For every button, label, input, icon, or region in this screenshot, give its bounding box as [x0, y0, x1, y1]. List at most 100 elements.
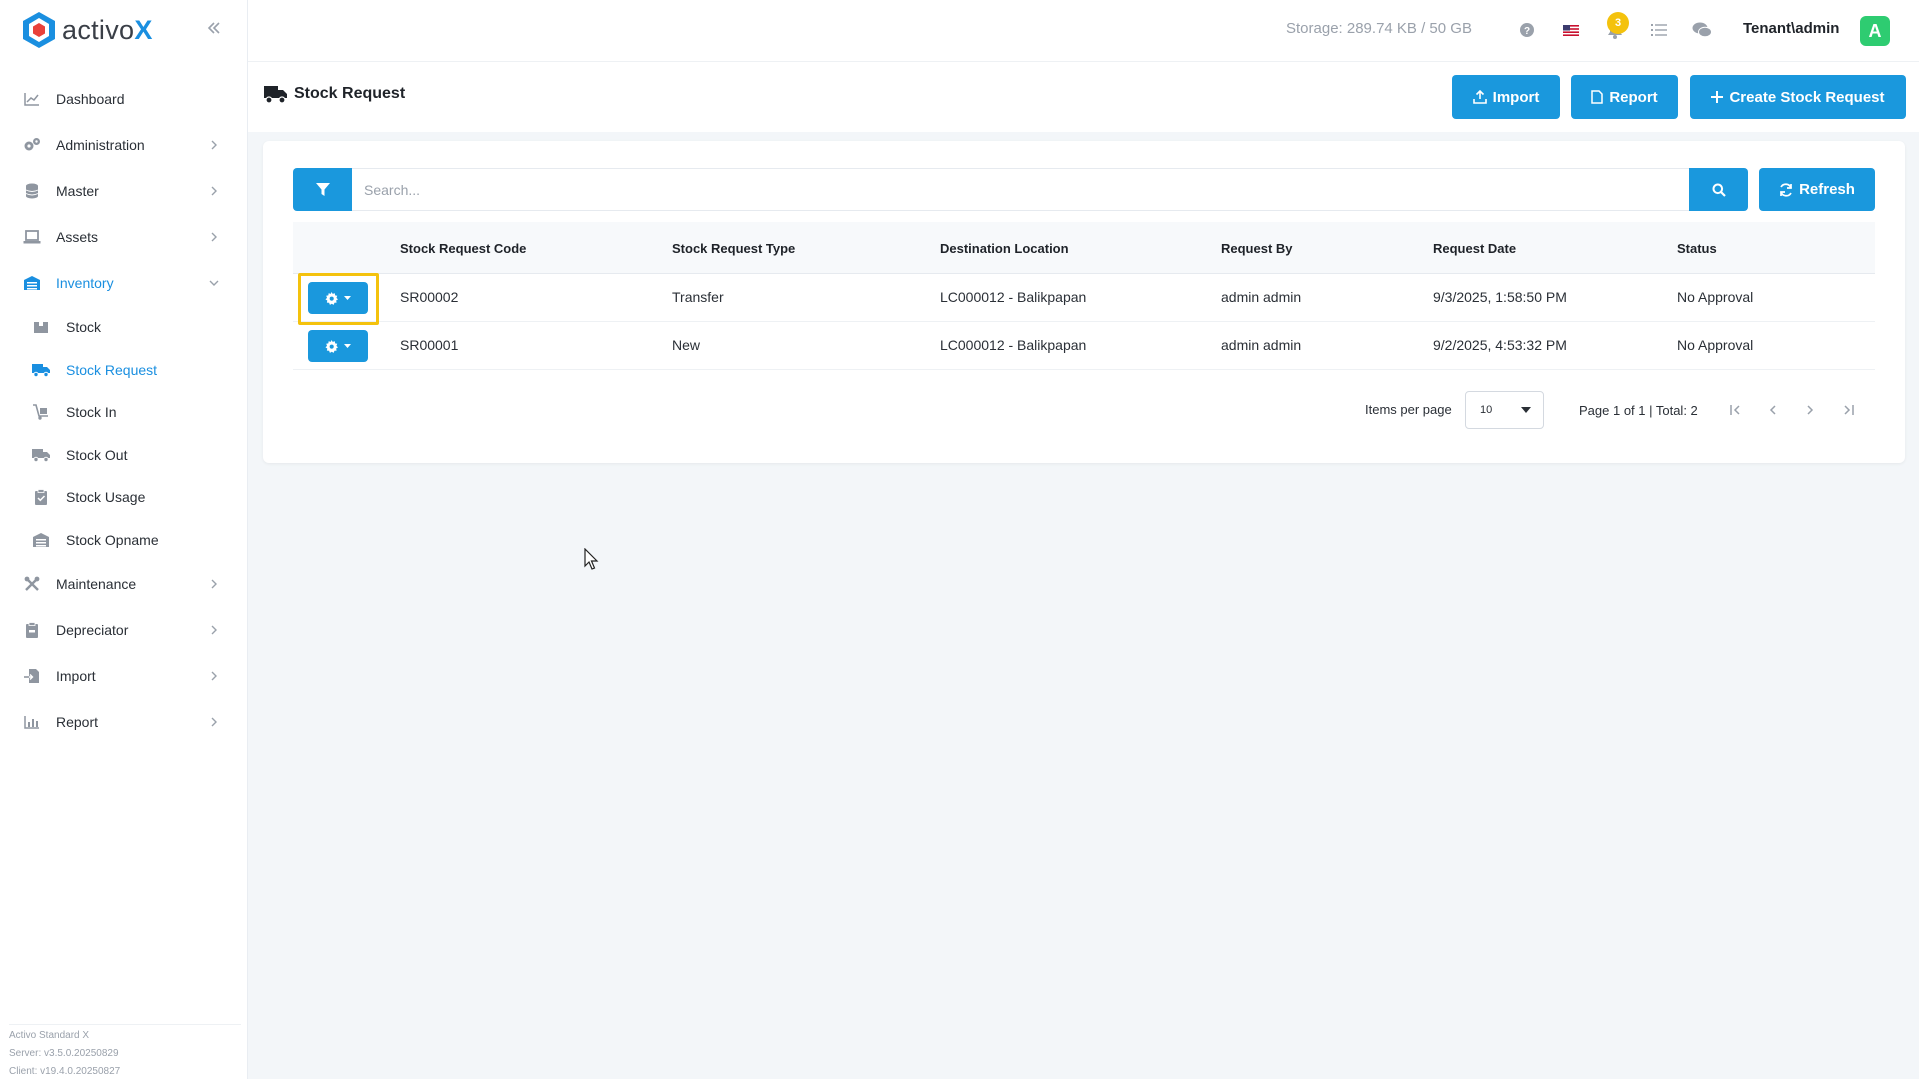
sidebar-item-inventory[interactable]: Inventory — [0, 260, 248, 306]
truck-icon — [264, 86, 287, 104]
request-by: admin admin — [1221, 289, 1302, 305]
client-version: Client: v19.4.0.20250827 — [9, 1066, 121, 1077]
plus-icon — [1711, 91, 1724, 103]
mouse-cursor-icon — [584, 548, 599, 570]
sidebar-subitem-stock[interactable]: Stock — [0, 306, 248, 349]
sidebar-item-label: Assets — [56, 229, 99, 245]
sidebar-item-import[interactable]: Import — [0, 653, 248, 699]
sidebar-subitem-stock-usage[interactable]: Stock Usage — [0, 476, 248, 519]
column-header[interactable]: Status — [1677, 241, 1717, 256]
refresh-button-label: Refresh — [1799, 181, 1855, 198]
sidebar-item-depreciator[interactable]: Depreciator — [0, 607, 248, 653]
column-header[interactable]: Stock Request Code — [400, 241, 526, 256]
filter-button[interactable] — [293, 168, 352, 211]
sidebar-item-assets[interactable]: Assets — [0, 214, 248, 260]
sidebar-item-label: Administration — [56, 137, 145, 153]
hexagon-logo-icon — [23, 12, 55, 48]
truck-icon — [32, 361, 50, 379]
stock-request-code: SR00001 — [400, 337, 459, 353]
chevron-right-icon — [206, 137, 222, 153]
server-version: Server: v3.5.0.20250829 — [9, 1048, 119, 1059]
column-header[interactable]: Request Date — [1433, 241, 1516, 256]
user-name[interactable]: Tenant\admin — [1743, 20, 1839, 37]
caret-down-icon — [344, 344, 351, 348]
sidebar-item-label: Master — [56, 183, 99, 199]
items-per-page-value: 10 — [1480, 404, 1493, 416]
first-page-icon[interactable] — [1723, 397, 1749, 423]
task-list-icon[interactable] — [1648, 19, 1670, 41]
svg-text:?: ? — [1524, 26, 1530, 37]
clipboard-icon — [22, 620, 42, 640]
page-header: Stock Request Import Report Create Stock… — [248, 62, 1919, 132]
brand-logo[interactable]: activoX — [22, 10, 153, 50]
stock-request-type: Transfer — [672, 289, 724, 305]
sidebar-item-dashboard[interactable]: Dashboard — [0, 76, 248, 122]
sidebar-item-administration[interactable]: Administration — [0, 122, 248, 168]
last-page-icon[interactable] — [1835, 397, 1861, 423]
filter-icon — [315, 182, 330, 196]
chart-line-icon — [22, 89, 42, 109]
report-button[interactable]: Report — [1571, 75, 1678, 119]
version-info: Activo Standard X Server: v3.5.0.2025082… — [9, 1024, 241, 1079]
status: No Approval — [1677, 289, 1754, 305]
refresh-button[interactable]: Refresh — [1759, 168, 1875, 211]
avatar[interactable]: A — [1860, 16, 1890, 46]
sidebar-subitem-stock-in[interactable]: Stock In — [0, 391, 248, 434]
help-icon[interactable]: ? — [1516, 19, 1538, 41]
dolly-icon — [32, 403, 50, 421]
previous-page-icon[interactable] — [1760, 397, 1786, 423]
top-bar: Storage: 289.74 KB / 50 GB ? 3 Tenant\ad… — [248, 0, 1919, 62]
chevron-right-icon — [206, 183, 222, 199]
column-header[interactable]: Request By — [1221, 241, 1293, 256]
tools-icon — [22, 574, 42, 594]
import-button[interactable]: Import — [1452, 75, 1560, 119]
sidebar-item-report[interactable]: Report — [0, 699, 248, 745]
refresh-icon — [1780, 182, 1792, 197]
sidebar-item-maintenance[interactable]: Maintenance — [0, 561, 248, 607]
search-input[interactable] — [352, 168, 1689, 211]
gear-icon — [325, 339, 338, 353]
sidebar-subitem-label: Stock Usage — [66, 489, 146, 506]
items-per-page-select[interactable]: 10 — [1465, 391, 1544, 429]
stock-request-code: SR00002 — [400, 289, 459, 305]
request-date: 9/3/2025, 1:58:50 PM — [1433, 289, 1567, 305]
destination-location: LC000012 - Balikpapan — [940, 289, 1087, 305]
product-name: Activo Standard X — [9, 1030, 90, 1041]
table-row[interactable]: SR00002 Transfer LC000012 - Balikpapan a… — [293, 273, 1875, 325]
file-icon — [1591, 90, 1604, 104]
sidebar-item-master[interactable]: Master — [0, 168, 248, 214]
request-date: 9/2/2025, 4:53:32 PM — [1433, 337, 1567, 353]
chat-icon[interactable] — [1691, 19, 1713, 41]
page-title-text: Stock Request — [294, 85, 406, 102]
create-stock-request-button[interactable]: Create Stock Request — [1690, 75, 1906, 119]
sidebar-subitem-stock-opname[interactable]: Stock Opname — [0, 519, 248, 562]
table-row[interactable]: SR00001 New LC000012 - Balikpapan admin … — [293, 322, 1875, 370]
us-flag-icon[interactable] — [1560, 19, 1582, 41]
upload-icon — [1472, 90, 1487, 104]
column-header[interactable]: Stock Request Type — [672, 241, 795, 256]
column-header[interactable]: Destination Location — [940, 241, 1069, 256]
chevron-right-icon — [206, 714, 222, 730]
sidebar-item-label: Maintenance — [56, 576, 137, 592]
next-page-icon[interactable] — [1797, 397, 1823, 423]
brand-name: activoX — [62, 14, 153, 45]
page-summary: Page 1 of 1 | Total: 2 — [1579, 403, 1698, 418]
sidebar-subitem-stock-request[interactable]: Stock Request — [0, 349, 248, 392]
search-button[interactable] — [1689, 168, 1748, 211]
clipboard-check-icon — [32, 488, 50, 506]
sidebar-subitem-stock-out[interactable]: Stock Out — [0, 434, 248, 477]
storage-usage: Storage: 289.74 KB / 50 GB — [1286, 20, 1472, 37]
sidebar-subitem-label: Stock In — [66, 404, 117, 421]
status: No Approval — [1677, 337, 1754, 353]
table-header: Stock Request Code Stock Request Type De… — [293, 222, 1875, 274]
sidebar-nav: Dashboard Administration Master Assets I… — [0, 76, 248, 745]
chevron-right-icon — [206, 576, 222, 592]
row-action-button[interactable] — [308, 330, 368, 362]
row-action-button[interactable] — [308, 282, 368, 314]
caret-down-icon — [1521, 407, 1531, 413]
chevron-right-icon — [206, 229, 222, 245]
collapse-sidebar-icon[interactable] — [204, 18, 224, 38]
stock-request-type: New — [672, 337, 701, 353]
stock-request-card: Refresh Stock Request Code Stock Request… — [263, 141, 1905, 463]
report-button-label: Report — [1609, 88, 1658, 106]
